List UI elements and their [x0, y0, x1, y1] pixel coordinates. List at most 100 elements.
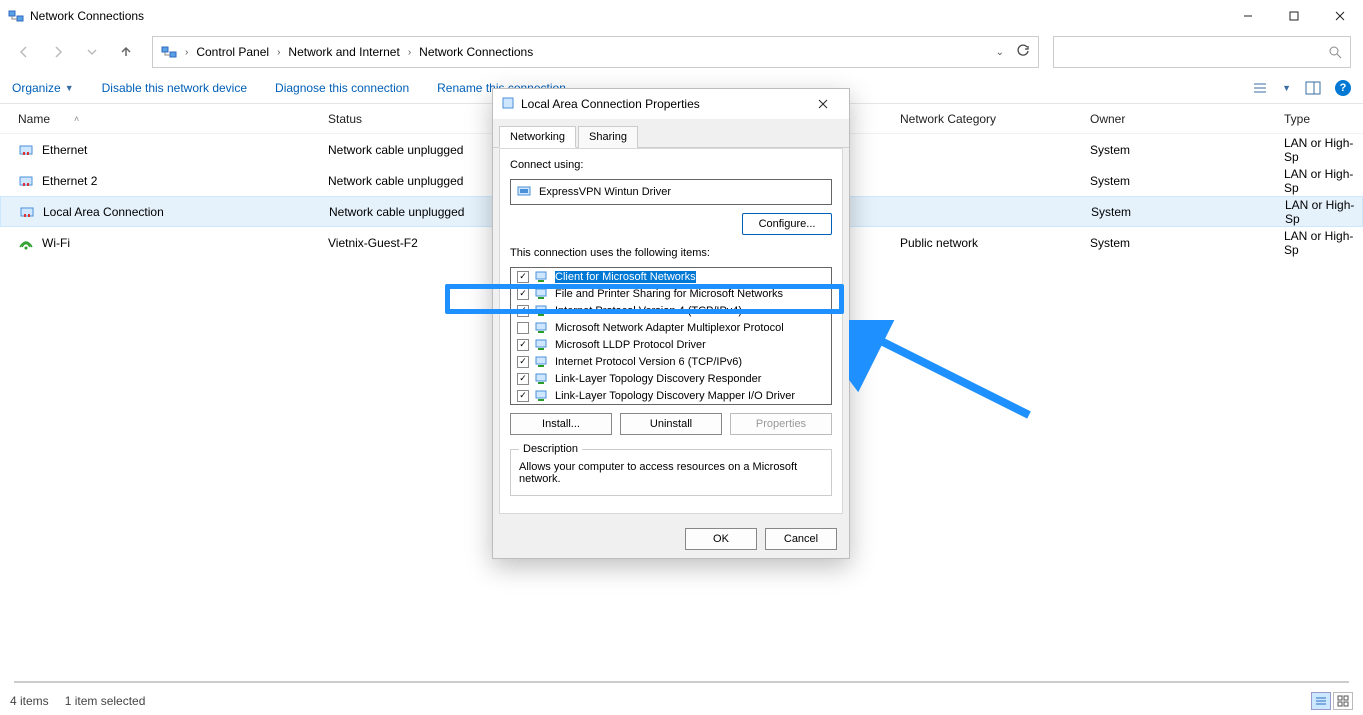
item-checkbox[interactable] — [517, 373, 529, 385]
item-checkbox[interactable] — [517, 305, 529, 317]
item-count: 4 items — [10, 694, 49, 708]
connection-type: LAN or High-Sp — [1284, 229, 1363, 257]
component-icon — [535, 373, 549, 385]
connection-owner: System — [1090, 174, 1284, 188]
titlebar: Network Connections — [0, 0, 1363, 32]
tab-networking[interactable]: Networking — [499, 126, 576, 148]
item-checkbox[interactable] — [517, 288, 529, 300]
item-label: Microsoft LLDP Protocol Driver — [555, 339, 706, 351]
connection-item[interactable]: Microsoft Network Adapter Multiplexor Pr… — [511, 319, 831, 336]
connection-item[interactable]: Internet Protocol Version 6 (TCP/IPv6) — [511, 353, 831, 370]
item-label: Link-Layer Topology Discovery Mapper I/O… — [555, 390, 795, 402]
close-button[interactable] — [1317, 0, 1363, 32]
component-icon — [535, 390, 549, 402]
connection-name: Ethernet — [42, 143, 87, 157]
item-checkbox[interactable] — [517, 322, 529, 334]
back-button[interactable] — [12, 40, 36, 64]
help-button[interactable]: ? — [1335, 80, 1351, 96]
connection-item[interactable]: Link-Layer Topology Discovery Mapper I/O… — [511, 387, 831, 404]
recent-locations-button[interactable] — [80, 40, 104, 64]
up-button[interactable] — [114, 40, 138, 64]
connection-name: Local Area Connection — [43, 205, 164, 219]
chevron-right-icon: › — [408, 47, 411, 58]
component-icon — [535, 271, 549, 283]
wifi-icon — [18, 235, 34, 251]
dialog-title: Local Area Connection Properties — [521, 97, 700, 111]
connection-network-category: Public network — [900, 236, 1090, 250]
install-button[interactable]: Install... — [510, 413, 612, 435]
component-icon — [535, 288, 549, 300]
properties-button[interactable]: Properties — [730, 413, 832, 435]
connection-item[interactable]: Link-Layer Topology Discovery Responder — [511, 370, 831, 387]
connection-items-list[interactable]: Client for Microsoft Networks File and Pr… — [510, 267, 832, 405]
view-options-button[interactable] — [1252, 80, 1268, 96]
breadcrumb-item[interactable]: Control Panel — [196, 45, 269, 59]
component-icon — [535, 305, 549, 317]
ethernet-icon — [19, 204, 35, 220]
refresh-button[interactable] — [1016, 44, 1030, 61]
item-label: Microsoft Network Adapter Multiplexor Pr… — [555, 322, 784, 334]
item-checkbox[interactable] — [517, 271, 529, 283]
connection-item[interactable]: Microsoft LLDP Protocol Driver — [511, 336, 831, 353]
preview-pane-button[interactable] — [1305, 80, 1321, 96]
annotation-arrow — [849, 320, 1039, 430]
sort-indicator-icon: ˄ — [74, 114, 79, 124]
column-name[interactable]: Name˄ — [18, 112, 328, 126]
connection-type: LAN or High-Sp — [1284, 167, 1363, 195]
item-label: Client for Microsoft Networks — [555, 271, 696, 283]
connection-name: Ethernet 2 — [42, 174, 97, 188]
disable-device-button[interactable]: Disable this network device — [102, 81, 247, 95]
search-input[interactable] — [1053, 36, 1351, 68]
connection-owner: System — [1090, 143, 1284, 157]
item-checkbox[interactable] — [517, 356, 529, 368]
details-view-button[interactable] — [1311, 692, 1331, 710]
connection-item[interactable]: Client for Microsoft Networks — [511, 268, 831, 285]
forward-button[interactable] — [46, 40, 70, 64]
window-title: Network Connections — [30, 9, 144, 23]
item-checkbox[interactable] — [517, 390, 529, 402]
connection-item[interactable]: Internet Protocol Version 4 (TCP/IPv4) — [511, 302, 831, 319]
address-bar[interactable]: › Control Panel › Network and Internet ›… — [152, 36, 1039, 68]
item-label: File and Printer Sharing for Microsoft N… — [555, 288, 783, 300]
breadcrumb-item[interactable]: Network Connections — [419, 45, 533, 59]
configure-button[interactable]: Configure... — [742, 213, 832, 235]
chevron-down-icon[interactable]: ▼ — [1282, 83, 1291, 93]
connection-owner: System — [1090, 236, 1284, 250]
item-label: Internet Protocol Version 6 (TCP/IPv6) — [555, 356, 742, 368]
minimize-button[interactable] — [1225, 0, 1271, 32]
history-dropdown-icon[interactable]: ⌄ — [996, 47, 1004, 58]
dialog-close-button[interactable] — [805, 93, 841, 115]
connection-type: LAN or High-Sp — [1285, 198, 1362, 226]
properties-dialog: Local Area Connection Properties Network… — [492, 88, 850, 559]
tab-sharing[interactable]: Sharing — [578, 126, 638, 148]
location-icon — [161, 44, 177, 60]
ok-button[interactable]: OK — [685, 528, 757, 550]
item-label: Internet Protocol Version 4 (TCP/IPv4) — [555, 305, 742, 317]
item-label: Link-Layer Topology Discovery Responder — [555, 373, 761, 385]
statusbar-divider — [14, 681, 1349, 683]
column-network-category[interactable]: Network Category — [900, 112, 1090, 126]
breadcrumb-item[interactable]: Network and Internet — [288, 45, 399, 59]
connection-item[interactable]: File and Printer Sharing for Microsoft N… — [511, 285, 831, 302]
connection-name: Wi-Fi — [42, 236, 70, 250]
adapter-name: ExpressVPN Wintun Driver — [539, 186, 671, 198]
organize-menu[interactable]: Organize▼ — [12, 81, 74, 95]
component-icon — [535, 356, 549, 368]
uninstall-button[interactable]: Uninstall — [620, 413, 722, 435]
dialog-tabs: Networking Sharing — [493, 119, 849, 148]
item-checkbox[interactable] — [517, 339, 529, 351]
column-owner[interactable]: Owner — [1090, 112, 1284, 126]
large-icons-view-button[interactable] — [1333, 692, 1353, 710]
column-type[interactable]: Type — [1284, 112, 1363, 126]
adapter-icon — [517, 185, 533, 200]
adapter-box: ExpressVPN Wintun Driver — [510, 179, 832, 205]
network-connections-icon — [8, 8, 24, 24]
description-box: Description Allows your computer to acce… — [510, 443, 832, 496]
diagnose-button[interactable]: Diagnose this connection — [275, 81, 409, 95]
ethernet-icon — [18, 142, 34, 158]
component-icon — [535, 322, 549, 334]
cancel-button[interactable]: Cancel — [765, 528, 837, 550]
chevron-right-icon: › — [185, 47, 188, 58]
maximize-button[interactable] — [1271, 0, 1317, 32]
dialog-titlebar: Local Area Connection Properties — [493, 89, 849, 119]
